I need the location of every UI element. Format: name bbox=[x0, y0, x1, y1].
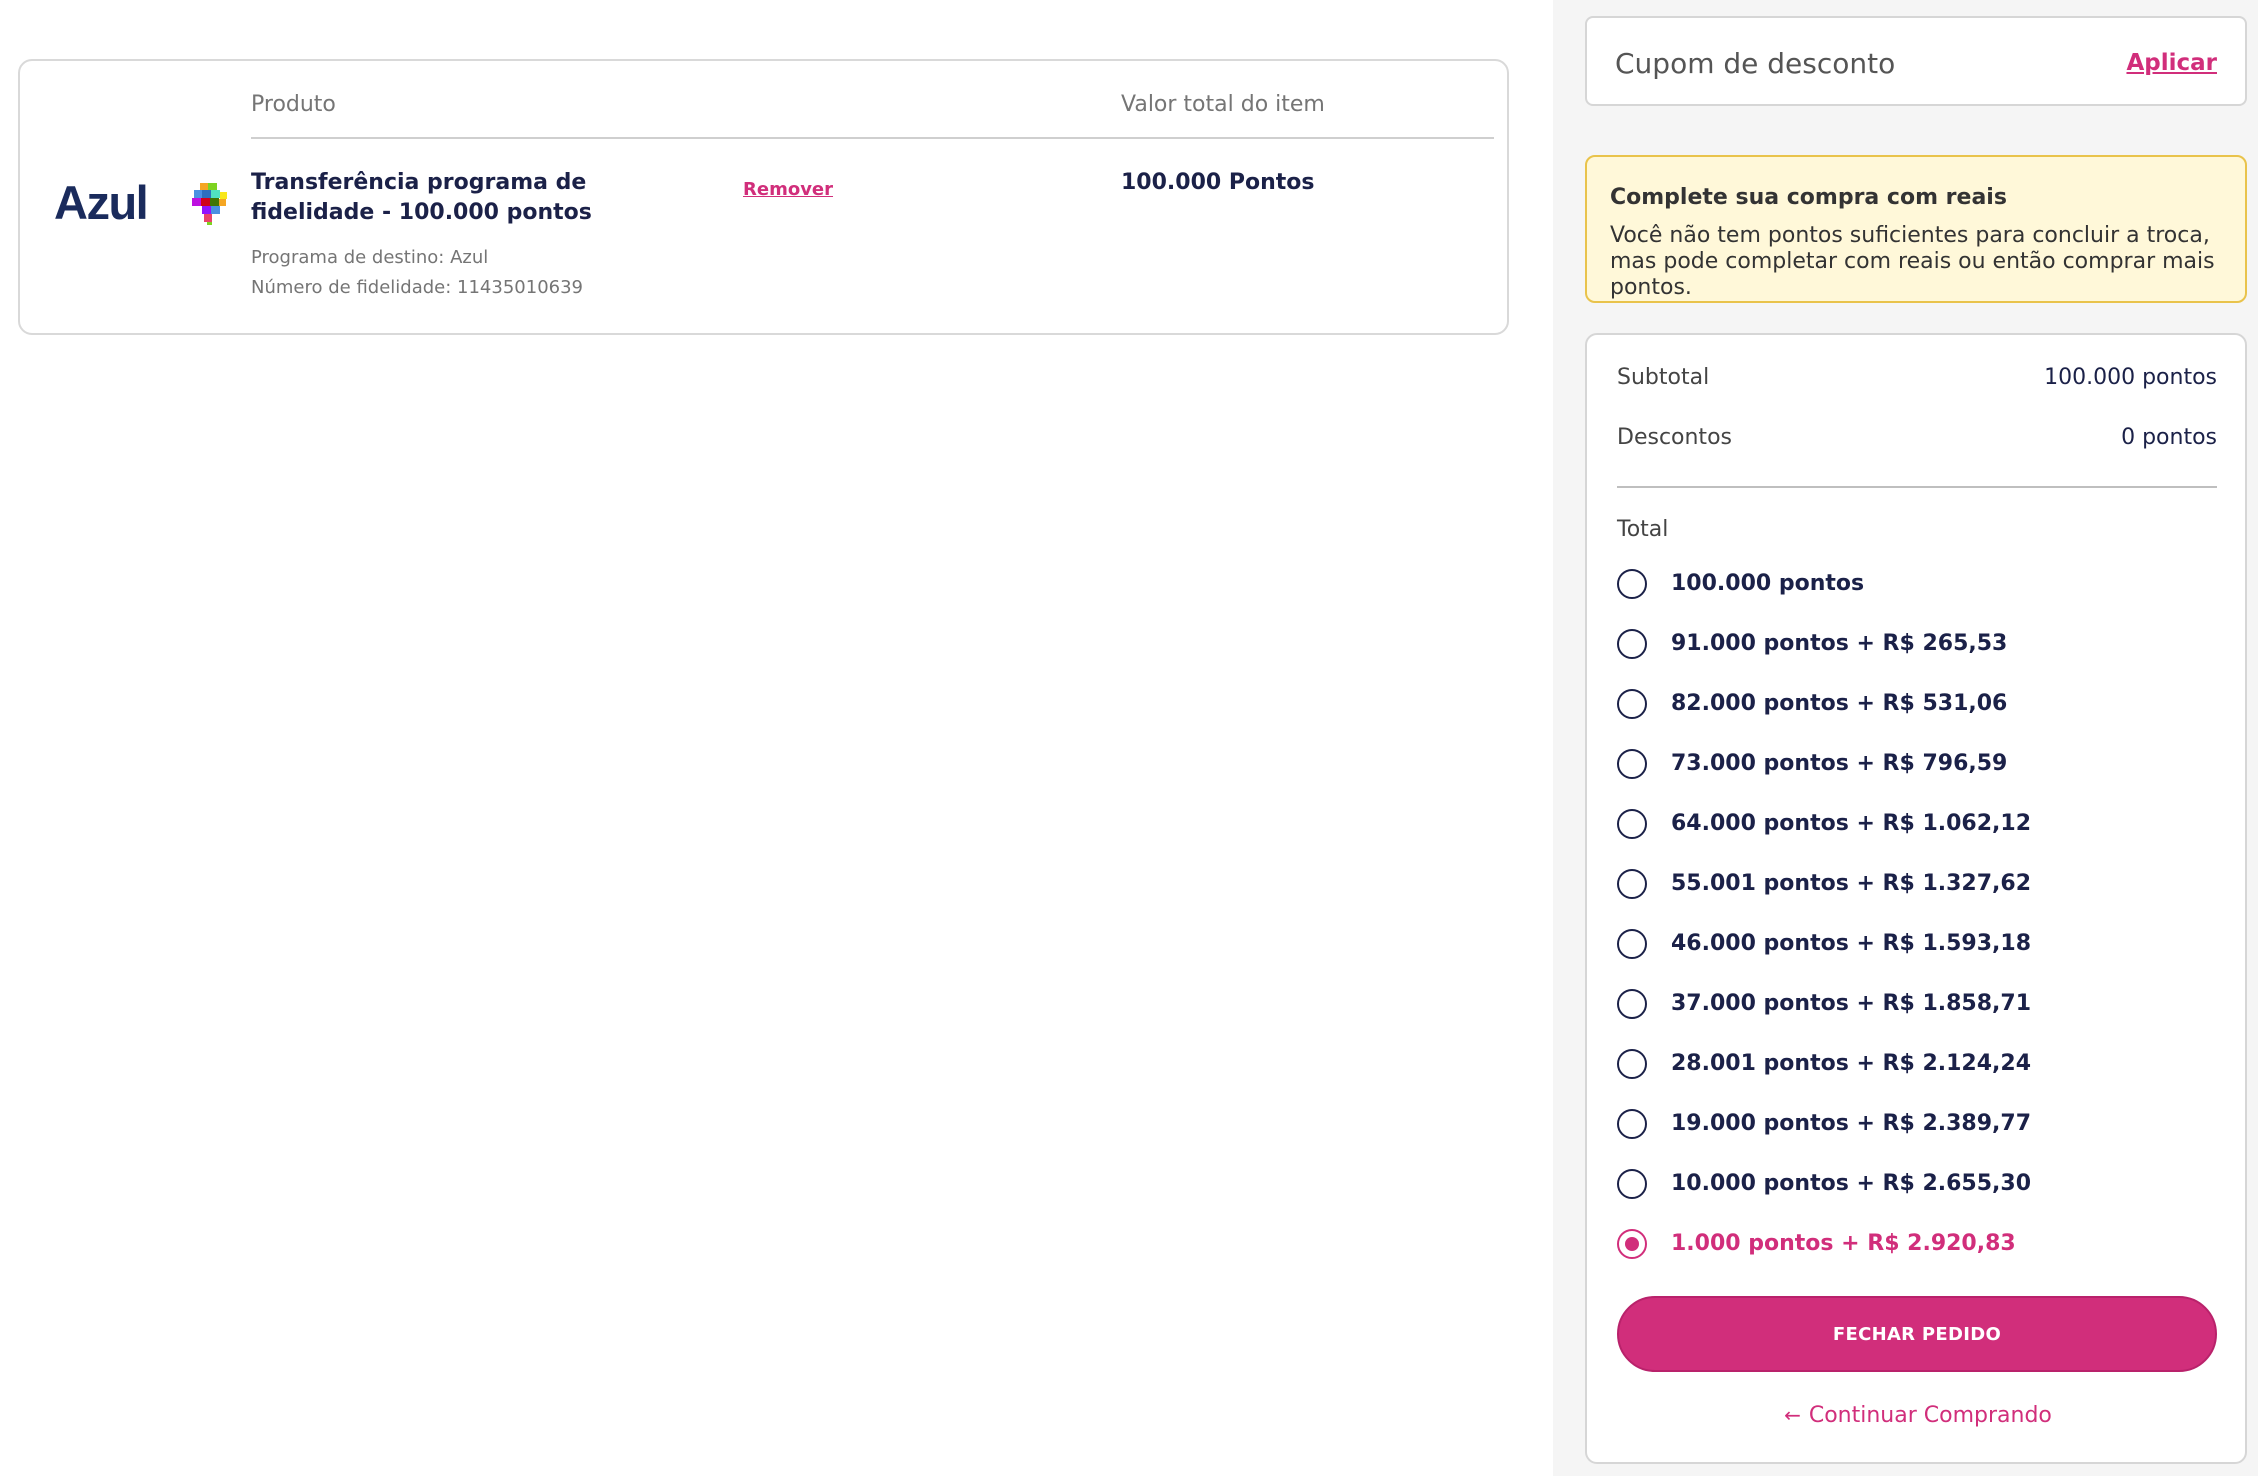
alert-title: Complete sua compra com reais bbox=[1610, 185, 2007, 210]
payment-option-label: 10.000 pontos + R$ 2.655,30 bbox=[1671, 1171, 2032, 1196]
payment-option-label: 55.001 pontos + R$ 1.327,62 bbox=[1671, 871, 2032, 896]
discounts-value: 0 pontos bbox=[2121, 425, 2217, 450]
radio-icon[interactable] bbox=[1617, 1169, 1647, 1199]
payment-option[interactable]: 64.000 pontos + R$ 1.062,12 bbox=[1617, 804, 2217, 844]
cart-item-card: Azul Produto Valor total do item Transfe… bbox=[18, 59, 1509, 335]
radio-icon[interactable] bbox=[1617, 929, 1647, 959]
radio-icon[interactable] bbox=[1617, 569, 1647, 599]
column-header-product: Produto bbox=[251, 92, 336, 117]
azul-logo: Azul bbox=[54, 173, 227, 233]
radio-icon[interactable] bbox=[1617, 1049, 1647, 1079]
payment-option-label: 64.000 pontos + R$ 1.062,12 bbox=[1671, 811, 2032, 836]
radio-selected-icon[interactable] bbox=[1617, 1229, 1647, 1259]
insufficient-points-alert: Complete sua compra com reais Você não t… bbox=[1585, 155, 2247, 303]
payment-option-label: 28.001 pontos + R$ 2.124,24 bbox=[1671, 1051, 2032, 1076]
payment-option[interactable]: 46.000 pontos + R$ 1.593,18 bbox=[1617, 924, 2217, 964]
payment-option[interactable]: 91.000 pontos + R$ 265,53 bbox=[1617, 624, 2217, 664]
subtotal-row: Subtotal 100.000 pontos bbox=[1617, 365, 2217, 395]
azul-logo-text: Azul bbox=[54, 176, 149, 229]
brazil-map-icon bbox=[192, 183, 227, 225]
coupon-box[interactable]: Cupom de desconto Aplicar bbox=[1585, 16, 2247, 106]
discounts-label: Descontos bbox=[1617, 425, 1732, 450]
payment-option[interactable]: 28.001 pontos + R$ 2.124,24 bbox=[1617, 1044, 2217, 1084]
payment-option-label: 19.000 pontos + R$ 2.389,77 bbox=[1671, 1111, 2032, 1136]
discounts-row: Descontos 0 pontos bbox=[1617, 425, 2217, 455]
arrow-left-icon: ← bbox=[1784, 1403, 1801, 1427]
payment-option[interactable]: 37.000 pontos + R$ 1.858,71 bbox=[1617, 984, 2217, 1024]
subtotal-label: Subtotal bbox=[1617, 365, 1710, 390]
payment-option[interactable]: 10.000 pontos + R$ 2.655,30 bbox=[1617, 1164, 2217, 1204]
payment-option[interactable]: 73.000 pontos + R$ 796,59 bbox=[1617, 744, 2217, 784]
radio-icon[interactable] bbox=[1617, 1109, 1647, 1139]
payment-option-label: 73.000 pontos + R$ 796,59 bbox=[1671, 751, 2008, 776]
payment-option[interactable]: 1.000 pontos + R$ 2.920,83 bbox=[1617, 1224, 2217, 1264]
column-header-value: Valor total do item bbox=[1121, 92, 1325, 117]
continue-shopping-link[interactable]: ← Continuar Comprando bbox=[1587, 1403, 2249, 1428]
radio-icon[interactable] bbox=[1617, 869, 1647, 899]
remove-item-link[interactable]: Remover bbox=[743, 179, 833, 200]
alert-text: Você não tem pontos suficientes para con… bbox=[1610, 223, 2215, 300]
item-loyalty-number: Número de fidelidade: 11435010639 bbox=[251, 277, 583, 298]
header-divider bbox=[251, 137, 1494, 139]
payment-option-label: 1.000 pontos + R$ 2.920,83 bbox=[1671, 1231, 2016, 1256]
payment-option-label: 82.000 pontos + R$ 531,06 bbox=[1671, 691, 2008, 716]
radio-icon[interactable] bbox=[1617, 989, 1647, 1019]
payment-option[interactable]: 19.000 pontos + R$ 2.389,77 bbox=[1617, 1104, 2217, 1144]
apply-coupon-link[interactable]: Aplicar bbox=[2126, 50, 2217, 76]
order-summary: Subtotal 100.000 pontos Descontos 0 pont… bbox=[1585, 333, 2247, 1464]
subtotal-value: 100.000 pontos bbox=[2044, 365, 2217, 390]
close-order-button[interactable]: FECHAR PEDIDO bbox=[1617, 1296, 2217, 1372]
payment-option-label: 100.000 pontos bbox=[1671, 571, 1865, 596]
payment-option[interactable]: 82.000 pontos + R$ 531,06 bbox=[1617, 684, 2217, 724]
payment-option[interactable]: 55.001 pontos + R$ 1.327,62 bbox=[1617, 864, 2217, 904]
summary-divider bbox=[1617, 486, 2217, 488]
radio-icon[interactable] bbox=[1617, 749, 1647, 779]
item-title: Transferência programa de fidelidade - 1… bbox=[251, 170, 592, 225]
payment-option[interactable]: 100.000 pontos bbox=[1617, 564, 2217, 604]
coupon-label: Cupom de desconto bbox=[1615, 47, 1896, 80]
radio-icon[interactable] bbox=[1617, 629, 1647, 659]
radio-icon[interactable] bbox=[1617, 689, 1647, 719]
item-destination-program: Programa de destino: Azul bbox=[251, 247, 489, 268]
payment-option-label: 91.000 pontos + R$ 265,53 bbox=[1671, 631, 2008, 656]
total-label: Total bbox=[1617, 517, 1669, 542]
payment-option-label: 46.000 pontos + R$ 1.593,18 bbox=[1671, 931, 2032, 956]
radio-icon[interactable] bbox=[1617, 809, 1647, 839]
continue-shopping-label: Continuar Comprando bbox=[1808, 1403, 2052, 1428]
item-total-value: 100.000 Pontos bbox=[1121, 170, 1315, 195]
payment-option-label: 37.000 pontos + R$ 1.858,71 bbox=[1671, 991, 2032, 1016]
